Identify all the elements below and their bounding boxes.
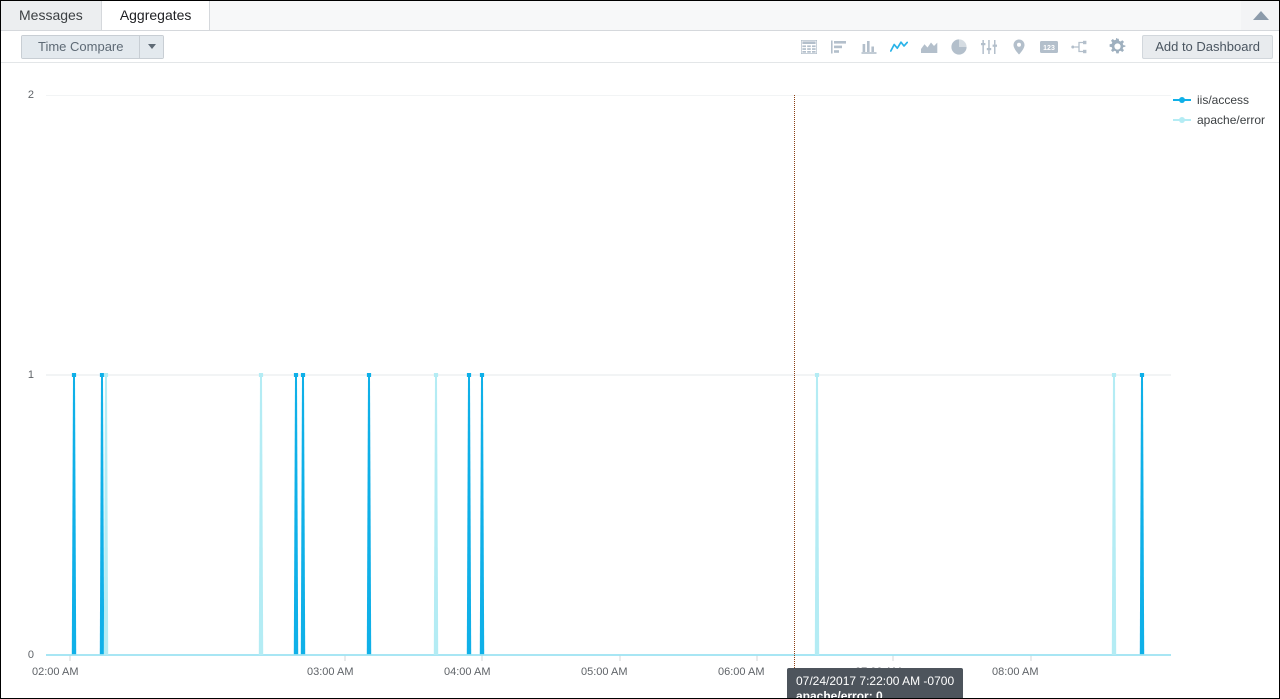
horizontal-bar-chart-icon[interactable] (824, 34, 854, 60)
tab-aggregates-label: Aggregates (120, 7, 192, 23)
y-axis-tick-2: 2 (16, 89, 34, 101)
map-pin-icon[interactable] (1004, 34, 1034, 60)
triangle-up-icon (1253, 11, 1269, 20)
collapse-panel-button[interactable] (1241, 0, 1280, 30)
sliders-icon[interactable] (974, 34, 1004, 60)
tooltip-series-value: apache/error: 0 (796, 689, 954, 699)
time-compare-control: Time Compare (21, 35, 164, 59)
time-compare-dropdown-button[interactable] (139, 36, 163, 58)
y-axis-tick-1: 1 (16, 369, 34, 381)
line-chart-icon[interactable] (884, 34, 914, 60)
time-compare-button[interactable]: Time Compare (22, 36, 139, 58)
chart-toolbar: Time Compare (1, 31, 1280, 63)
legend-item-iis-access[interactable]: iis/access (1173, 90, 1277, 110)
legend-item-apache-error[interactable]: apache/error (1173, 110, 1277, 130)
column-chart-icon[interactable] (854, 34, 884, 60)
tab-messages-label: Messages (19, 7, 83, 23)
gear-icon[interactable] (1102, 34, 1132, 60)
legend-swatch-apache-error (1173, 119, 1191, 121)
legend-label-iis-access: iis/access (1197, 93, 1249, 107)
x-axis-tick-2: 04:00 AM (444, 666, 490, 678)
aggregates-panel: Messages Aggregates Time Compare (0, 0, 1280, 699)
svg-text:123: 123 (1043, 44, 1055, 51)
single-value-icon[interactable]: 123 (1034, 34, 1064, 60)
legend-label-apache-error: apache/error (1197, 113, 1265, 127)
tab-strip: Messages Aggregates (1, 1, 1280, 31)
table-icon[interactable] (794, 34, 824, 60)
legend-swatch-iis-access (1173, 99, 1191, 101)
tooltip-timestamp: 07/24/2017 7:22:00 AM -0700 (796, 674, 954, 689)
add-to-dashboard-button[interactable]: Add to Dashboard (1142, 35, 1273, 59)
add-to-dashboard-label: Add to Dashboard (1155, 39, 1260, 54)
tab-messages[interactable]: Messages (1, 0, 102, 30)
crosshair-line (794, 95, 795, 682)
chevron-down-icon (148, 44, 156, 49)
pie-chart-icon[interactable] (944, 34, 974, 60)
chart-type-toolbar: 123 Add to Dashboard (794, 34, 1273, 60)
chart-container: 2 1 0 02:00 AM 03:00 AM 04:00 AM 05:00 A… (1, 64, 1280, 699)
chart-tooltip: 07/24/2017 7:22:00 AM -0700 apache/error… (787, 668, 963, 699)
tab-strip-filler (210, 0, 1241, 30)
node-graph-icon[interactable] (1064, 34, 1094, 60)
x-axis-tick-1: 03:00 AM (307, 666, 353, 678)
y-axis-tick-0: 0 (16, 649, 34, 661)
x-axis-tick-3: 05:00 AM (581, 666, 627, 678)
plot-area[interactable] (46, 95, 1171, 688)
time-compare-label: Time Compare (38, 39, 123, 54)
x-axis-tick-6: 08:00 AM (992, 666, 1038, 678)
chart-legend: iis/access apache/error (1173, 90, 1277, 130)
x-axis-tick-0: 02:00 AM (32, 666, 78, 678)
tab-aggregates[interactable]: Aggregates (102, 0, 211, 30)
x-axis-tick-4: 06:00 AM (718, 666, 764, 678)
area-chart-icon[interactable] (914, 34, 944, 60)
